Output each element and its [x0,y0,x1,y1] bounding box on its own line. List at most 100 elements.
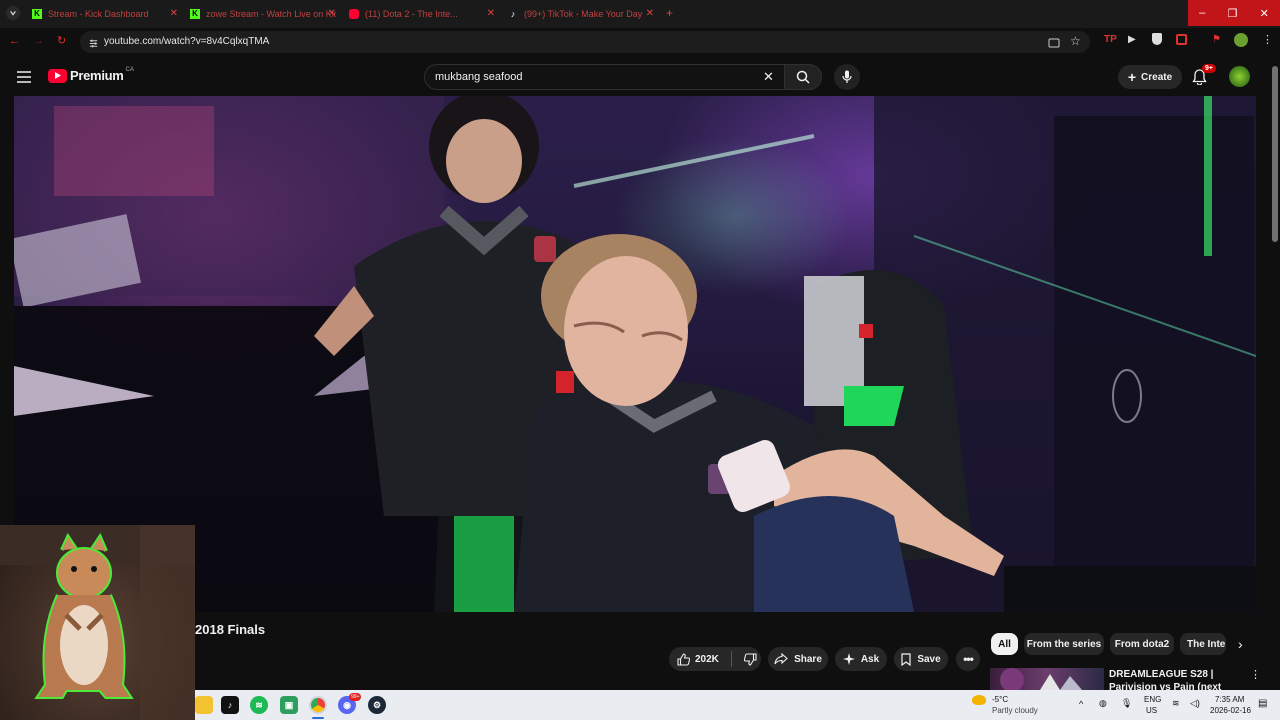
browser-menu-icon[interactable]: ⋮ [1262,33,1273,46]
create-button[interactable]: + Create [1118,65,1182,89]
terminal-app-icon[interactable]: ▣ [280,696,298,714]
tab-title: (11) Dota 2 - The Inte... [365,9,458,19]
like-count: 202K [695,653,719,665]
minimize-button[interactable]: – [1199,7,1205,19]
volume-icon[interactable]: ◁) [1190,698,1200,709]
steam-icon[interactable]: ⚙ [368,696,386,714]
save-button[interactable]: Save [894,647,948,671]
forward-icon[interactable]: → [33,35,44,47]
ask-button[interactable]: Ask [835,647,887,671]
search-query-text: mukbang seafood [435,71,523,83]
bookmark-icon [901,652,911,666]
page-scrollbar[interactable] [1270,56,1280,690]
browser-tab[interactable]: K Stream - Kick Dashboard ✕ [32,4,178,24]
extension-puzzle-icon[interactable] [1176,34,1187,45]
sparkle-icon [842,653,855,665]
clock-time[interactable]: 7:35 AM [1215,695,1244,704]
tray-microphone-icon[interactable]: 🎙 [1121,698,1132,709]
browser-tab[interactable]: K zowe Stream - Watch Live on Kick ✕ [190,4,336,24]
account-avatar[interactable] [1229,66,1250,87]
kick-logo-icon: K [190,9,200,19]
share-arrow-icon [774,653,788,665]
tab-title: Stream - Kick Dashboard [48,9,149,19]
clock-date[interactable]: 2026-02-16 [1210,706,1251,715]
shield-icon[interactable] [1152,33,1162,45]
dislike-button[interactable] [743,652,757,666]
scrollbar-thumb[interactable] [1272,66,1278,242]
like-dislike-group: 202K [669,647,761,671]
more-actions-button[interactable]: ••• [956,647,980,671]
chip-all[interactable]: All [991,633,1018,655]
language-top[interactable]: ENG [1144,695,1161,704]
notification-center-icon[interactable]: ▤ [1258,698,1267,709]
weather-icon[interactable] [972,695,986,705]
hamburger-menu-icon[interactable] [17,70,31,88]
share-button[interactable]: Share [768,647,828,671]
thumbnail-art [1000,668,1082,690]
discord-badge: 99+ [349,693,362,701]
spotify-icon[interactable]: ≋ [250,696,268,714]
new-tab-button[interactable]: + [666,6,673,20]
site-info-icon[interactable] [88,36,99,54]
extensions-icon[interactable]: ⚑ [1212,34,1221,45]
like-button[interactable]: 202K [677,652,719,666]
active-app-indicator [312,717,324,719]
browser-tab-active[interactable]: (11) Dota 2 - The Inte... ✕ [349,4,495,24]
chip-the-international[interactable]: The Inte [1180,633,1226,655]
create-label: Create [1141,71,1173,83]
kick-logo-icon: K [32,9,42,19]
search-input[interactable]: mukbang seafood ✕ [424,64,784,90]
chip-from-dota2[interactable]: From dota2 [1110,633,1174,655]
video-player[interactable] [14,96,1256,612]
close-icon[interactable]: ✕ [646,8,654,19]
youtube-logo-icon [349,9,359,19]
webcam-overlay [0,525,195,720]
chips-next-chevron-icon[interactable]: › [1238,636,1243,652]
youtube-logo[interactable]: Premium CA [48,67,134,83]
maximize-button[interactable]: ❐ [1228,7,1238,20]
youtube-play-icon [48,68,67,83]
tray-app-icon[interactable]: ◍ [1099,698,1107,709]
reload-icon[interactable]: ↻ [57,34,66,47]
tiktok-logo-icon: ♪ [510,9,516,19]
search-icon [796,70,810,84]
tiktok-app-icon[interactable]: ♪ [221,696,239,714]
extension-icon[interactable]: TP [1104,34,1117,45]
address-bar[interactable]: youtube.com/watch?v=8v4CqlxqTMA ☆ [80,31,1090,53]
weather-temperature[interactable]: -5°C [992,695,1008,704]
recommendation-thumbnail[interactable] [990,668,1104,690]
back-icon[interactable]: ← [9,35,20,47]
search-button[interactable] [784,64,822,90]
notifications-button[interactable]: 9+ [1192,64,1216,90]
wifi-icon[interactable]: ≋ [1172,698,1180,709]
youtube-premium-label: Premium [70,68,124,83]
youtube-header: Premium CA mukbang seafood ✕ + Create 9+ [0,56,1270,96]
clear-search-icon[interactable]: ✕ [763,69,774,85]
video-frame [14,96,1256,612]
browser-tab[interactable]: ♪ (99+) TikTok - Make Your Day ✕ [508,4,654,24]
thumbs-up-icon [677,652,690,666]
tab-title: zowe Stream - Watch Live on Kick [206,9,336,19]
bookmark-star-icon[interactable]: ☆ [1070,34,1081,48]
tab-search-icon[interactable] [6,6,20,20]
weather-description[interactable]: Partly cloudy [992,706,1038,715]
cast-icon[interactable] [1048,36,1060,54]
close-icon[interactable]: ✕ [328,8,336,19]
file-explorer-icon[interactable] [195,696,213,714]
more-horizontal-icon: ••• [963,652,974,666]
close-icon[interactable]: ✕ [170,8,178,19]
chrome-icon[interactable] [309,696,327,714]
chip-from-the-series[interactable]: From the series [1024,633,1104,655]
divider [730,651,732,667]
tray-overflow-icon[interactable]: ^ [1079,699,1083,709]
voice-search-button[interactable] [834,64,860,90]
play-extension-icon[interactable]: ▶ [1128,34,1136,45]
language-bottom[interactable]: US [1146,706,1157,715]
share-label: Share [794,653,822,665]
close-window-button[interactable]: ✕ [1260,7,1269,20]
close-icon[interactable]: ✕ [487,8,495,19]
notification-badge: 9+ [1202,64,1216,73]
recommendation-menu-icon[interactable]: ⋮ [1250,668,1261,681]
recommendation-title[interactable]: DREAMLEAGUE S28 | Parivision vs Pain (ne… [1109,668,1249,690]
profile-avatar-icon[interactable] [1234,33,1248,47]
